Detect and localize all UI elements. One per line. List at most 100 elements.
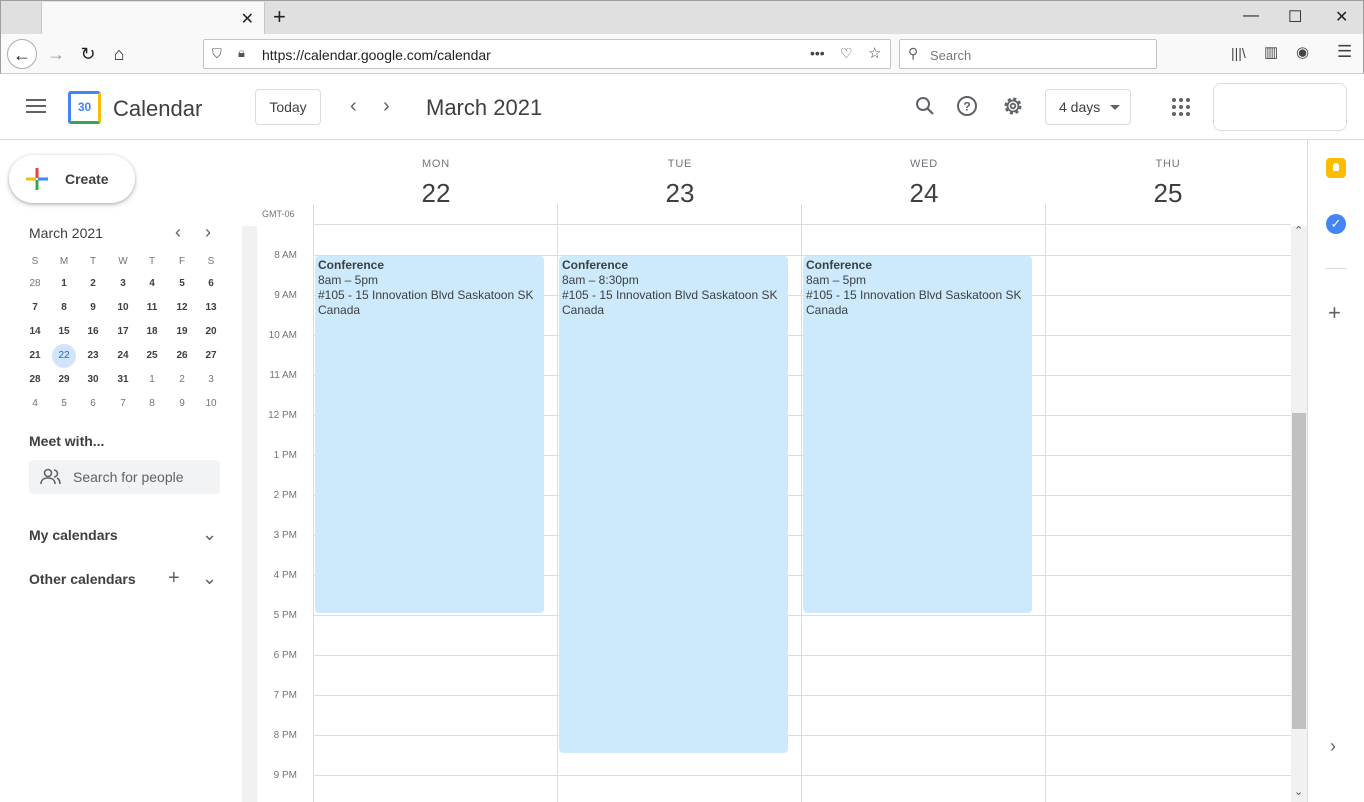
day-number[interactable]: 23 bbox=[558, 178, 802, 209]
mini-prev-month-icon[interactable]: ‹ bbox=[175, 222, 181, 243]
mini-calendar-day[interactable]: 16 bbox=[81, 320, 105, 344]
mini-calendar-day[interactable]: 26 bbox=[170, 344, 194, 368]
other-calendars-label[interactable]: Other calendars bbox=[29, 571, 136, 587]
mini-calendar-day[interactable]: 25 bbox=[140, 344, 164, 368]
mini-calendar-day[interactable]: 19 bbox=[170, 320, 194, 344]
mini-calendar-day[interactable]: 10 bbox=[111, 296, 135, 320]
mini-calendar-day[interactable]: 10 bbox=[199, 392, 223, 416]
view-selector[interactable]: 4 days bbox=[1045, 89, 1131, 125]
next-period-icon[interactable]: › bbox=[383, 95, 390, 118]
get-add-ons-icon[interactable]: + bbox=[1328, 300, 1341, 326]
mini-calendar-day[interactable]: 24 bbox=[111, 344, 135, 368]
maximize-icon[interactable]: ☐ bbox=[1288, 7, 1302, 27]
mini-calendar-day[interactable]: 20 bbox=[199, 320, 223, 344]
mini-calendar-day[interactable]: 27 bbox=[199, 344, 223, 368]
mini-calendar-day[interactable]: 28 bbox=[23, 272, 47, 296]
tasks-icon[interactable]: ✓ bbox=[1326, 214, 1346, 234]
mini-calendar-day[interactable]: 6 bbox=[81, 392, 105, 416]
browser-search-input[interactable]: ⚲ Search bbox=[899, 39, 1157, 69]
mini-calendar-day[interactable]: 1 bbox=[140, 368, 164, 392]
mini-calendar-day[interactable]: 14 bbox=[23, 320, 47, 344]
help-icon[interactable]: ? bbox=[955, 94, 979, 118]
chevron-down-icon[interactable]: ⌄ bbox=[202, 568, 217, 589]
url-text[interactable]: https://calendar.google.com/calendar bbox=[262, 47, 491, 63]
main-menu-icon[interactable] bbox=[26, 99, 46, 113]
pocket-icon[interactable]: ♡ bbox=[840, 45, 853, 62]
time-grid[interactable]: 8 AM 9 AM 10 AM 11 AM 12 PM 1 PM 2 PM 3 PM 4 PM 5… bbox=[257, 226, 1291, 802]
url-bar[interactable]: ⛉ 🔒︎ https://calendar.google.com/calenda… bbox=[203, 39, 891, 69]
add-calendar-icon[interactable]: + bbox=[168, 567, 180, 590]
mini-calendar-day[interactable]: 3 bbox=[199, 368, 223, 392]
previous-period-icon[interactable]: ‹ bbox=[350, 95, 357, 118]
event-conference[interactable]: Conference 8am – 8:30pm #105 - 15 Innovati… bbox=[559, 256, 788, 753]
create-button[interactable]: Create bbox=[9, 155, 135, 203]
mini-calendar-day[interactable]: 21 bbox=[23, 344, 47, 368]
mini-calendar-day[interactable]: 8 bbox=[140, 392, 164, 416]
scroll-down-icon[interactable]: ⌄ bbox=[1294, 785, 1303, 798]
close-window-icon[interactable]: ✕ bbox=[1335, 7, 1348, 27]
mini-calendar-day[interactable]: 5 bbox=[52, 392, 76, 416]
account-icon[interactable]: ◉ bbox=[1296, 43, 1309, 61]
mini-calendar-day[interactable]: 31 bbox=[111, 368, 135, 392]
mini-calendar-day[interactable]: 1 bbox=[52, 272, 76, 296]
mini-calendar-day[interactable]: 4 bbox=[23, 392, 47, 416]
scroll-up-icon[interactable]: ⌃ bbox=[1294, 224, 1303, 237]
sidebar-toggle-icon[interactable]: ▥ bbox=[1264, 43, 1278, 61]
close-tab-icon[interactable]: ✕ bbox=[241, 9, 254, 29]
mini-calendar-day[interactable]: 30 bbox=[81, 368, 105, 392]
mini-calendar-day[interactable]: 8 bbox=[52, 296, 76, 320]
google-apps-icon[interactable] bbox=[1172, 98, 1190, 116]
my-calendars-label[interactable]: My calendars bbox=[29, 527, 118, 543]
forward-icon[interactable]: → bbox=[41, 39, 71, 69]
today-button[interactable]: Today bbox=[255, 89, 321, 125]
hour-label: 2 PM bbox=[273, 490, 297, 501]
browser-menu-icon[interactable]: ☰ bbox=[1337, 42, 1352, 62]
mini-calendar-day[interactable]: 15 bbox=[52, 320, 76, 344]
mini-calendar-day[interactable]: 4 bbox=[140, 272, 164, 296]
mini-calendar-day[interactable]: 9 bbox=[81, 296, 105, 320]
mini-calendar-day[interactable]: 12 bbox=[170, 296, 194, 320]
mini-calendar-day[interactable]: 9 bbox=[170, 392, 194, 416]
mini-calendar-day[interactable]: 7 bbox=[23, 296, 47, 320]
mini-calendar-day[interactable]: 6 bbox=[199, 272, 223, 296]
mini-calendar-day[interactable]: 29 bbox=[52, 368, 76, 392]
event-conference[interactable]: Conference 8am – 5pm #105 - 15 Innovation … bbox=[803, 256, 1032, 613]
mini-calendar-day[interactable]: 2 bbox=[170, 368, 194, 392]
mini-calendar-day[interactable]: 28 bbox=[23, 368, 47, 392]
browser-tab[interactable]: ✕ bbox=[41, 2, 265, 35]
mini-calendar-day[interactable]: 2 bbox=[81, 272, 105, 296]
scrollbar-thumb[interactable] bbox=[1292, 413, 1306, 729]
event-conference[interactable]: Conference 8am – 5pm #105 - 15 Innovation … bbox=[315, 256, 544, 613]
day-of-week-label: WED bbox=[909, 158, 939, 170]
mini-calendar-day[interactable]: 3 bbox=[111, 272, 135, 296]
search-people-input[interactable]: Search for people bbox=[29, 460, 220, 494]
settings-gear-icon[interactable] bbox=[1001, 94, 1025, 118]
mini-calendar-day[interactable]: 22 bbox=[52, 344, 76, 368]
mini-calendar-day[interactable]: 7 bbox=[111, 392, 135, 416]
shield-icon[interactable]: ⛉ bbox=[212, 46, 222, 62]
day-number[interactable]: 22 bbox=[314, 178, 558, 209]
keep-icon[interactable] bbox=[1326, 158, 1346, 178]
back-icon[interactable]: ← bbox=[7, 39, 37, 69]
search-icon[interactable] bbox=[913, 94, 937, 118]
mini-calendar-day[interactable]: 5 bbox=[170, 272, 194, 296]
minimize-icon[interactable]: — bbox=[1243, 7, 1259, 25]
mini-calendar-day[interactable]: 23 bbox=[81, 344, 105, 368]
expand-panel-icon[interactable]: › bbox=[1330, 736, 1336, 757]
page-actions-icon[interactable]: ••• bbox=[810, 45, 825, 61]
mini-calendar-day[interactable]: 18 bbox=[140, 320, 164, 344]
library-icon[interactable]: |||\ bbox=[1231, 45, 1246, 61]
chevron-down-icon[interactable]: ⌄ bbox=[202, 524, 217, 545]
mini-calendar-day[interactable]: 17 bbox=[111, 320, 135, 344]
mini-calendar-day[interactable]: 13 bbox=[199, 296, 223, 320]
new-tab-icon[interactable]: + bbox=[273, 6, 286, 28]
home-icon[interactable]: ⌂ bbox=[104, 39, 134, 69]
day-number[interactable]: 24 bbox=[802, 178, 1046, 209]
bookmark-star-icon[interactable]: ☆ bbox=[868, 44, 881, 62]
account-area[interactable] bbox=[1213, 83, 1347, 131]
day-number[interactable]: 25 bbox=[1046, 178, 1290, 209]
reload-icon[interactable]: ↻ bbox=[73, 39, 103, 69]
lock-icon[interactable]: 🔒︎ bbox=[238, 45, 245, 61]
mini-calendar-day[interactable]: 11 bbox=[140, 296, 164, 320]
mini-next-month-icon[interactable]: › bbox=[205, 222, 211, 243]
